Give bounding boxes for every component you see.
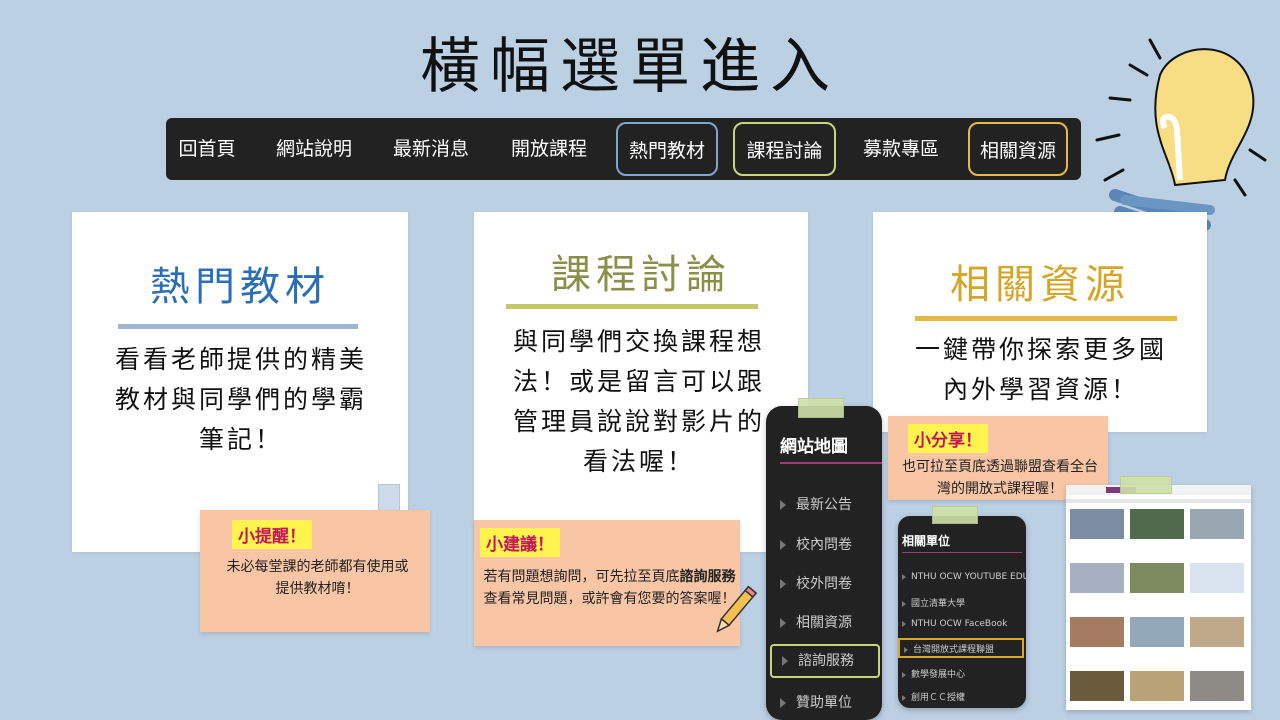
discussion-text: 與同學們交換課程想法！或是留言可以跟管理員說說對影片的看法喔！ xyxy=(512,327,765,476)
related-item[interactable]: NTHU OCW FaceBook xyxy=(902,619,1007,629)
resources-title: 相關資源 xyxy=(950,262,1130,308)
preview-thumb xyxy=(1070,671,1124,701)
lightbulb-icon xyxy=(1095,38,1267,240)
related-item[interactable]: NTHU OCW YOUTUBE EDU xyxy=(902,572,1026,582)
divider xyxy=(118,324,358,329)
nav-home[interactable]: 回首頁 xyxy=(172,122,242,176)
discussion-title: 課程討論 xyxy=(551,252,731,298)
nav-open-courses[interactable]: 開放課程 xyxy=(499,122,599,176)
tip-tag: 小提醒！ xyxy=(232,520,312,549)
preview-thumb xyxy=(1190,671,1244,701)
divider xyxy=(506,304,758,309)
sitemap-item[interactable]: 相關資源 xyxy=(780,612,852,632)
hot-materials-card: 熱門教材 看看老師提供的精美教材與同學們的學霸筆記！ xyxy=(72,212,408,552)
suggestion-note: 小建議！ 若有問題想詢問，可先拉至頁底諮詢服務查看常見問題，或許會有您要的答案喔… xyxy=(474,520,740,646)
nav-donation[interactable]: 募款專區 xyxy=(851,122,951,176)
preview-thumb xyxy=(1070,509,1124,539)
preview-thumb xyxy=(1130,617,1184,647)
sitemap-panel: 網站地圖 最新公告 校內問卷 校外問卷 相關資源 諮詢服務 贊助單位 xyxy=(766,406,882,720)
divider xyxy=(902,552,1022,553)
nav-resources[interactable]: 相關資源 xyxy=(968,122,1068,176)
sitemap-item[interactable]: 校外問卷 xyxy=(780,573,852,593)
sitemap-item-consult[interactable]: 諮詢服務 xyxy=(770,644,880,678)
sitemap-title: 網站地圖 xyxy=(780,437,848,457)
related-item[interactable]: 國立清華大學 xyxy=(902,596,965,609)
suggestion-text: 若有問題想詢問，可先拉至頁底諮詢服務查看常見問題，或許會有您要的答案喔！ xyxy=(483,569,736,607)
discussion-card: 課程討論 與同學們交換課程想法！或是留言可以跟管理員說說對影片的看法喔！ xyxy=(474,212,808,552)
resources-card: 相關資源 一鍵帶你探索更多國內外學習資源！ xyxy=(873,212,1207,432)
preview-thumb xyxy=(1130,563,1184,593)
tip-note: 小提醒！ 未必每堂課的老師都有使用或提供教材唷！ xyxy=(200,510,430,632)
divider xyxy=(780,462,882,464)
preview-thumb xyxy=(1070,563,1124,593)
related-item[interactable]: 數學發展中心 xyxy=(902,667,965,680)
sitemap-item[interactable]: 最新公告 xyxy=(780,494,852,514)
hot-materials-text: 看看老師提供的精美教材與同學們的學霸筆記！ xyxy=(114,345,367,454)
sitemap-item[interactable]: 校內問卷 xyxy=(780,534,852,554)
nav-news[interactable]: 最新消息 xyxy=(381,122,481,176)
nav-bar: 回首頁 網站說明 最新消息 開放課程 熱門教材 課程討論 募款專區 相關資源 xyxy=(166,118,1081,180)
nav-course-discussion[interactable]: 課程討論 xyxy=(733,122,836,176)
ocw-alliance-preview-image xyxy=(1066,485,1251,710)
page-title: 橫幅選單進入 xyxy=(420,32,840,102)
sitemap-item[interactable]: 贊助單位 xyxy=(780,692,852,712)
tape xyxy=(1120,476,1172,494)
suggestion-tag: 小建議！ xyxy=(480,528,560,557)
divider xyxy=(915,316,1177,321)
preview-thumb xyxy=(1190,563,1244,593)
preview-thumb xyxy=(1130,671,1184,701)
resources-text: 一鍵帶你探索更多國內外學習資源！ xyxy=(914,335,1167,404)
tip-text: 未必每堂課的老師都有使用或提供教材唷！ xyxy=(226,559,409,597)
hot-materials-title: 熱門教材 xyxy=(150,264,330,310)
tape xyxy=(932,506,978,524)
preview-thumb xyxy=(1130,509,1184,539)
nav-hot-materials[interactable]: 熱門教材 xyxy=(616,122,718,176)
pencil-icon xyxy=(716,585,758,633)
related-title: 相關單位 xyxy=(902,534,951,548)
preview-thumb xyxy=(1190,617,1244,647)
preview-thumb xyxy=(1070,617,1124,647)
tape xyxy=(798,398,844,418)
share-tag: 小分享！ xyxy=(908,424,988,453)
preview-thumb xyxy=(1190,509,1244,539)
related-item[interactable]: 創用ＣＣ授權 xyxy=(902,690,965,703)
related-item-ocw-alliance[interactable]: 台灣開放式課程聯盟 xyxy=(898,638,1024,658)
related-panel: 相關單位 NTHU OCW YOUTUBE EDU 國立清華大學 NTHU OC… xyxy=(898,516,1026,708)
nav-site-info[interactable]: 網站說明 xyxy=(264,122,364,176)
